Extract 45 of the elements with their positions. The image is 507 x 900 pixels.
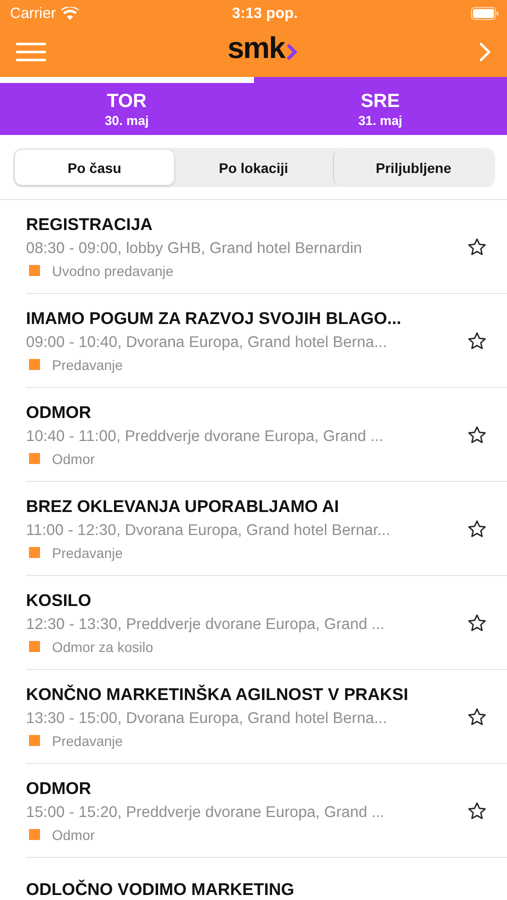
session-title: REGISTRACIJA [26,214,154,234]
battery-icon [470,7,499,20]
session-details: 11:00 - 12:30, Dvorana Europa, Grand hotel Bernar... [26,522,392,540]
status-time: 3:13 pop. [232,5,298,22]
session-title: ODLOČNO VODIMO MARKETING [26,880,294,899]
star-button[interactable] [467,330,487,350]
category-label: Odmor za kosilo [52,638,154,654]
chevron-logo-icon [286,43,298,62]
category-label: Uvodno predavanje [52,262,174,278]
logo-text: smk [227,34,285,64]
segment-tab[interactable]: Po lokaciji [174,150,333,185]
carrier-label: Carrier [10,5,56,22]
category-label: Predavanje [52,544,123,560]
session-row[interactable]: KOSILO 12:30 - 13:30, Preddverje dvorane Europa, Grand ... Odmor za kosilo [26,576,507,670]
session-title: ODMOR [26,402,92,422]
session-title: KONČNO MARKETINŠKA AGILNOST V PRAKSI [26,684,410,704]
star-button[interactable] [467,612,487,632]
session-details: 12:30 - 13:30, Preddverje dvorane Europa, Grand ... [26,616,386,634]
star-button[interactable] [467,706,487,726]
session-details: 09:00 - 10:40, Dvorana Europa, Grand hotel Berna... [26,334,388,352]
session-row[interactable]: KONČNO MARKETINŠKA AGILNOST V PRAKSI 13:30 - 15:00, Dvorana Europa, Grand hotel Berna... Predavanje [26,670,507,764]
session-row[interactable]: BREZ OKLEVANJA UPORABLJAMO AI 11:00 - 12:30, Dvorana Europa, Grand hotel Bernar... Predavanje [26,482,507,576]
session-details: 15:00 - 15:20, Preddverje dvorane Europa, Grand ... [26,804,386,822]
session-row[interactable]: REGISTRACIJA 08:30 - 09:00, lobby GHB, Grand hotel Bernardin Uvodno predavanje [26,200,507,294]
star-button[interactable] [467,424,487,444]
star-button[interactable] [467,800,487,820]
segment-tab[interactable]: Po času [15,150,174,185]
category-label: Predavanje [52,356,123,372]
session-title: BREZ OKLEVANJA UPORABLJAMO AI [26,496,340,516]
session-row[interactable]: IMAMO POGUM ZA RAZVOJ SVOJIH BLAGO... 09:00 - 10:40, Dvorana Europa, Grand hotel Berna... Predavanje [26,294,507,388]
star-button[interactable] [467,518,487,538]
category-label: Odmor [52,826,95,842]
star-button[interactable] [467,236,487,256]
category-label: Odmor [52,450,95,466]
category-label: Predavanje [52,732,123,748]
session-details: 13:30 - 15:00, Dvorana Europa, Grand hotel Berna... [26,710,388,728]
session-details: 10:40 - 11:00, Preddverje dvorane Europa, Grand ... [26,428,384,446]
session-details: 08:30 - 09:00, lobby GHB, Grand hotel Bernardin [26,240,364,258]
session-title: KOSILO [26,590,92,610]
session-row[interactable]: ODMOR 15:00 - 15:20, Preddverje dvorane Europa, Grand ... Odmor [26,764,507,858]
session-title: IMAMO POGUM ZA RAZVOJ SVOJIH BLAGO... [26,308,402,328]
session-title: ODMOR [26,778,92,798]
wifi-icon [60,7,79,20]
segment-tab[interactable]: Priljubljene [333,150,493,185]
session-row[interactable]: ODMOR 10:40 - 11:00, Preddverje dvorane Europa, Grand ... Odmor [26,388,507,482]
